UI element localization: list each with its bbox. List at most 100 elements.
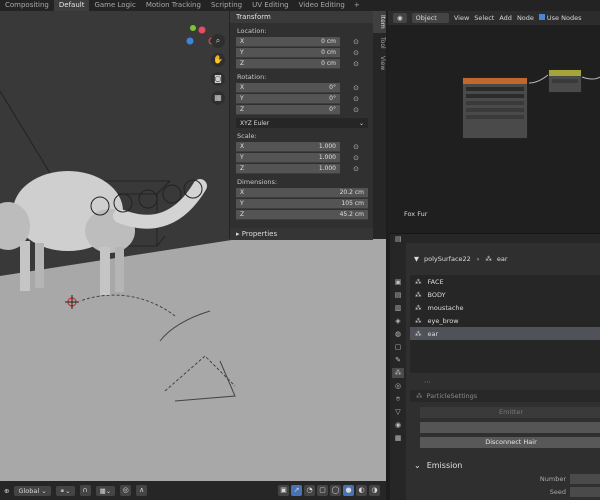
rotation-z-field[interactable]: Z 0°: [236, 104, 340, 115]
texture-icon[interactable]: ▦: [392, 433, 404, 443]
add-workspace-button[interactable]: +: [350, 0, 364, 11]
lock-icon[interactable]: ⊙: [350, 95, 362, 103]
emitter-button[interactable]: Emitter: [420, 407, 600, 418]
rotation-y-row: Y 0° ⊙: [236, 93, 373, 104]
list-item[interactable]: ⁂ moustache: [410, 301, 600, 314]
location-y-field[interactable]: Y 0 cm: [236, 47, 340, 58]
lock-icon[interactable]: ⊙: [350, 154, 362, 162]
axis-label: X: [240, 83, 245, 91]
view-layer-icon[interactable]: ▥: [392, 303, 404, 313]
lock-icon[interactable]: ⊙: [350, 38, 362, 46]
lock-icon[interactable]: ⊙: [350, 143, 362, 151]
physics-icon[interactable]: ◎: [392, 381, 404, 391]
orientation-dropdown[interactable]: Global ⌄: [14, 485, 51, 496]
tab-item[interactable]: Item: [373, 11, 386, 33]
seed-field[interactable]: [570, 486, 600, 497]
grid-ortho-icon[interactable]: ▦: [211, 91, 225, 105]
lock-icon[interactable]: ⊙: [350, 60, 362, 68]
node-link: [581, 76, 600, 80]
rotation-x-field[interactable]: X 0°: [236, 82, 340, 93]
tab-tool[interactable]: Tool: [373, 33, 386, 53]
camera-icon[interactable]: ◙: [211, 72, 225, 86]
shading-rendered-icon[interactable]: ◑: [369, 485, 380, 496]
field-value: 1.000: [318, 142, 336, 150]
scale-z-field[interactable]: Z 1.000: [236, 163, 340, 174]
transform-header[interactable]: Transform: [230, 11, 373, 23]
scene-icon[interactable]: ◈: [392, 316, 404, 326]
gizmo-y-axis[interactable]: [190, 25, 196, 31]
shading-solid-icon[interactable]: ●: [343, 485, 354, 496]
snap-magnet-icon[interactable]: ∩: [79, 485, 91, 496]
lock-icon[interactable]: ⊙: [350, 165, 362, 173]
number-field[interactable]: [570, 473, 600, 484]
field-value: 0 cm: [321, 37, 336, 45]
workspace-tab-scripting[interactable]: Scripting: [206, 0, 247, 11]
constraints-icon[interactable]: ⌾: [392, 394, 404, 404]
hand-pan-icon[interactable]: ✋: [211, 53, 225, 67]
scale-x-field[interactable]: X 1.000: [236, 141, 340, 152]
lock-icon[interactable]: ⊙: [350, 106, 362, 114]
overlays-icon[interactable]: ◔: [304, 485, 315, 496]
pivot-point-dropdown[interactable]: ⚭⌄: [55, 485, 75, 496]
workspace-tab-compositing[interactable]: Compositing: [0, 0, 54, 11]
particles-icon[interactable]: ⁂: [392, 368, 404, 378]
gizmo-toggle-icon[interactable]: ↗: [291, 485, 302, 496]
editor-type-icon[interactable]: ▤: [395, 235, 402, 243]
modifier-wrench-icon[interactable]: ✎: [392, 355, 404, 365]
rotation-mode-select[interactable]: XYZ Euler ⌄: [236, 118, 368, 128]
dimensions-x-field[interactable]: X 20.2 cm: [236, 187, 368, 198]
lock-icon[interactable]: ⊙: [350, 49, 362, 57]
properties-subpanel-header[interactable]: ▸ Properties: [230, 228, 373, 240]
transform-panel: Transform Location: X 0 cm ⊙ Y 0 cm ⊙ Z 0 c…: [229, 11, 373, 240]
gizmo-z-axis[interactable]: [186, 37, 194, 45]
dimensions-y-field[interactable]: Y 105 cm: [236, 198, 368, 209]
emission-panel-header[interactable]: ⌄ Emission: [406, 458, 600, 472]
object-data-icon[interactable]: ▽: [392, 407, 404, 417]
particle-settings-field[interactable]: ⁂ ParticleSettings: [410, 390, 600, 402]
field-value: 1.000: [318, 153, 336, 161]
shading-material-icon[interactable]: ◐: [356, 485, 367, 496]
render-icon[interactable]: ▣: [392, 277, 404, 287]
rotation-z-row: Z 0° ⊙: [236, 104, 373, 115]
texture-node[interactable]: [548, 69, 582, 93]
workspace-tab-motion-tracking[interactable]: Motion Tracking: [141, 0, 206, 11]
material-icon[interactable]: ◉: [392, 420, 404, 430]
chevron-down-icon: ⌄: [414, 460, 421, 470]
workspace-tab-game-logic[interactable]: Game Logic: [89, 0, 140, 11]
particle-system-list[interactable]: ⁂ FACE ⁂ BODY ⁂ moustache ⁂ eye_brow ⁂ ear: [410, 275, 600, 373]
object-icon[interactable]: ▢: [392, 342, 404, 352]
hair-type-field[interactable]: [420, 422, 600, 433]
workspace-tab-uv-editing[interactable]: UV Editing: [247, 0, 294, 11]
dimensions-z-field[interactable]: Z 45.2 cm: [236, 209, 368, 220]
gizmo-x-axis[interactable]: [198, 26, 206, 34]
zoom-icon[interactable]: ⌕: [211, 34, 225, 48]
view-options-icon[interactable]: ▣: [278, 485, 289, 496]
xray-toggle-icon[interactable]: ▢: [317, 485, 328, 496]
falloff-icon[interactable]: ∧: [136, 485, 148, 496]
workspace-tab-video-editing[interactable]: Video Editing: [294, 0, 350, 11]
tab-view[interactable]: View: [373, 52, 386, 74]
list-item-selected[interactable]: ⁂ ear: [410, 327, 600, 340]
disconnect-hair-button[interactable]: Disconnect Hair: [420, 437, 600, 448]
shading-wireframe-icon[interactable]: ◯: [330, 485, 341, 496]
object-icon: ▼: [414, 255, 419, 263]
location-x-field[interactable]: X 0 cm: [236, 36, 340, 47]
lock-icon[interactable]: ⊙: [350, 84, 362, 92]
seed-label: Seed: [549, 487, 566, 496]
output-icon[interactable]: ▤: [392, 290, 404, 300]
scale-y-field[interactable]: Y 1.000: [236, 152, 340, 163]
list-resize-handle[interactable]: ⋯: [424, 378, 600, 386]
workspace-tab-default[interactable]: Default: [53, 0, 90, 11]
particle-info-node[interactable]: [462, 77, 528, 139]
rotation-y-field[interactable]: Y 0°: [236, 93, 340, 104]
world-icon[interactable]: ◍: [392, 329, 404, 339]
node-editor[interactable]: ◉ Object View Select Add Node Use Nodes …: [388, 11, 600, 233]
location-z-field[interactable]: Z 0 cm: [236, 58, 340, 69]
list-item[interactable]: ⁂ FACE: [410, 275, 600, 288]
list-item[interactable]: ⁂ BODY: [410, 288, 600, 301]
list-item[interactable]: ⁂ eye_brow: [410, 314, 600, 327]
rotation-x-row: X 0° ⊙: [236, 82, 373, 93]
field-value: 0°: [329, 105, 336, 113]
proportional-edit-icon[interactable]: ◎: [120, 485, 132, 496]
snap-target-dropdown[interactable]: ▦⌄: [95, 485, 116, 496]
